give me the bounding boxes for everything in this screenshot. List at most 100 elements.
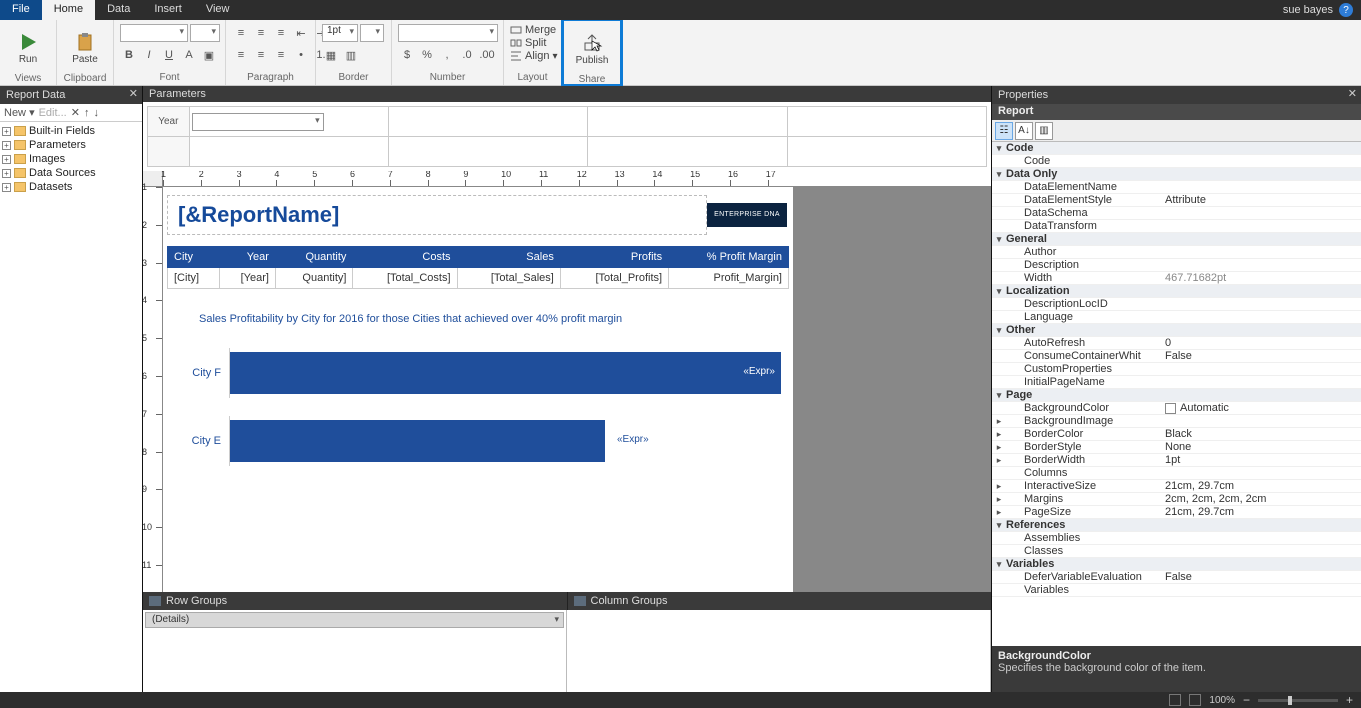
expander-icon[interactable]: ▸ — [992, 494, 1006, 505]
prop-category[interactable]: ▾Other — [992, 324, 1361, 337]
expander-icon[interactable]: ▾ — [992, 143, 1006, 154]
align-button[interactable]: Align ▾ — [510, 50, 558, 62]
tree-item[interactable]: +Images — [2, 152, 140, 166]
chart[interactable]: City F«Expr»City E«Expr» — [163, 333, 793, 481]
prop-row[interactable]: DataSchema — [992, 207, 1361, 220]
data-table[interactable]: CityYearQuantityCostsSalesProfits% Profi… — [167, 246, 789, 289]
properties-grid[interactable]: ▾CodeCode▾Data OnlyDataElementNameDataEl… — [992, 142, 1361, 646]
prop-row[interactable]: Width467.71682pt — [992, 272, 1361, 285]
prop-row[interactable]: DescriptionLocID — [992, 298, 1361, 311]
prop-value[interactable]: Attribute — [1161, 194, 1361, 206]
tree-item[interactable]: +Datasets — [2, 180, 140, 194]
prop-category[interactable]: ▾Variables — [992, 558, 1361, 571]
prop-row[interactable]: ▸InteractiveSize21cm, 29.7cm — [992, 480, 1361, 493]
prop-row[interactable]: ▸Margins2cm, 2cm, 2cm, 2cm — [992, 493, 1361, 506]
prop-category[interactable]: ▾Page — [992, 389, 1361, 402]
font-family-combo[interactable] — [120, 24, 188, 42]
prop-category[interactable]: ▾Localization — [992, 285, 1361, 298]
indent-dec-button[interactable]: ⇤ — [292, 24, 310, 42]
expander-icon[interactable]: + — [2, 141, 11, 150]
table-cell[interactable]: Profit_Margin] — [669, 268, 789, 289]
zoom-in-button[interactable]: + — [1346, 693, 1353, 707]
expander-icon[interactable]: ▸ — [992, 416, 1006, 427]
prop-value[interactable]: False — [1161, 350, 1361, 362]
table-cell[interactable]: [Total_Sales] — [457, 268, 560, 289]
align-top-button[interactable]: ≡ — [232, 24, 250, 42]
table-header[interactable]: City — [168, 247, 220, 268]
prop-category[interactable]: ▾References — [992, 519, 1361, 532]
design-canvas[interactable]: 1234567891011121314151617 12345678910111… — [143, 171, 991, 592]
prop-value[interactable]: 21cm, 29.7cm — [1161, 480, 1361, 492]
prop-row[interactable]: Columns — [992, 467, 1361, 480]
prop-category[interactable]: ▾Code — [992, 142, 1361, 155]
prop-value[interactable]: 0 — [1161, 337, 1361, 349]
table-header[interactable]: % Profit Margin — [669, 247, 789, 268]
border-width-combo[interactable]: 1pt — [322, 24, 358, 42]
tree-item[interactable]: +Built-in Fields — [2, 124, 140, 138]
prop-row[interactable]: ▸PageSize21cm, 29.7cm — [992, 506, 1361, 519]
run-button[interactable]: Run — [6, 24, 50, 72]
report-data-tree[interactable]: +Built-in Fields+Parameters+Images+Data … — [0, 122, 142, 692]
expander-icon[interactable]: ▾ — [992, 559, 1006, 570]
expander-icon[interactable]: ▾ — [992, 520, 1006, 531]
alphabetical-button[interactable]: A↓ — [1015, 122, 1033, 140]
report-title-box[interactable]: [&ReportName] — [167, 195, 707, 235]
property-pages-button[interactable]: ▥ — [1035, 122, 1053, 140]
table-cell[interactable]: Quantity] — [275, 268, 353, 289]
prop-category[interactable]: ▾General — [992, 233, 1361, 246]
prop-row[interactable]: Assemblies — [992, 532, 1361, 545]
dec-dec-button[interactable]: .00 — [478, 46, 496, 64]
details-group[interactable]: (Details) — [145, 612, 564, 628]
comma-button[interactable]: , — [438, 46, 456, 64]
expander-icon[interactable]: ▾ — [992, 325, 1006, 336]
param-year-dropdown[interactable] — [192, 113, 324, 131]
close-icon[interactable]: ✕ — [1348, 87, 1357, 100]
underline-button[interactable]: U — [160, 46, 178, 64]
menu-tab-file[interactable]: File — [0, 0, 42, 20]
bar[interactable]: «Expr» — [230, 352, 781, 394]
prop-row[interactable]: DataElementStyleAttribute — [992, 194, 1361, 207]
bullets-button[interactable]: • — [292, 46, 310, 64]
prop-row[interactable]: Classes — [992, 545, 1361, 558]
paste-button[interactable]: Paste — [63, 24, 107, 72]
tree-item[interactable]: +Data Sources — [2, 166, 140, 180]
menu-tab-view[interactable]: View — [194, 0, 242, 20]
categorized-button[interactable]: ☷ — [995, 122, 1013, 140]
new-button[interactable]: New ▾ — [4, 106, 35, 119]
bar[interactable]: «Expr» — [230, 420, 605, 462]
prop-row[interactable]: ▸BorderWidth1pt — [992, 454, 1361, 467]
design-mode-icon[interactable] — [1169, 694, 1181, 706]
expander-icon[interactable]: ▸ — [992, 442, 1006, 453]
border-preset-button[interactable]: ▥ — [342, 46, 360, 64]
zoom-out-button[interactable]: − — [1243, 693, 1250, 707]
prop-row[interactable]: DeferVariableEvaluationFalse — [992, 571, 1361, 584]
expander-icon[interactable]: ▸ — [992, 507, 1006, 518]
movedown-button[interactable]: ↓ — [93, 107, 99, 119]
prop-value[interactable]: 1pt — [1161, 454, 1361, 466]
help-icon[interactable]: ? — [1339, 3, 1353, 17]
border-style-combo[interactable] — [360, 24, 384, 42]
table-header[interactable]: Profits — [560, 247, 668, 268]
prop-row[interactable]: ConsumeContainerWhitFalse — [992, 350, 1361, 363]
prop-value[interactable]: False — [1161, 571, 1361, 583]
menu-tab-insert[interactable]: Insert — [142, 0, 194, 20]
expander-icon[interactable]: + — [2, 183, 11, 192]
expander-icon[interactable]: + — [2, 155, 11, 164]
align-center-button[interactable]: ≡ — [252, 46, 270, 64]
prop-value[interactable]: Black — [1161, 428, 1361, 440]
table-cell[interactable]: [Year] — [219, 268, 275, 289]
expander-icon[interactable]: ▾ — [992, 286, 1006, 297]
prop-value[interactable]: 21cm, 29.7cm — [1161, 506, 1361, 518]
prop-row[interactable]: ▸BorderColorBlack — [992, 428, 1361, 441]
prop-row[interactable]: AutoRefresh0 — [992, 337, 1361, 350]
expander-icon[interactable]: ▾ — [992, 234, 1006, 245]
prop-category[interactable]: ▾Data Only — [992, 168, 1361, 181]
merge-button[interactable]: Merge — [510, 24, 556, 36]
expander-icon[interactable]: + — [2, 127, 11, 136]
close-icon[interactable]: ✕ — [129, 87, 138, 100]
prop-row[interactable]: Variables — [992, 584, 1361, 597]
font-color-button[interactable]: A — [180, 46, 198, 64]
expander-icon[interactable]: ▾ — [992, 169, 1006, 180]
table-header[interactable]: Year — [219, 247, 275, 268]
prop-row[interactable]: Language — [992, 311, 1361, 324]
